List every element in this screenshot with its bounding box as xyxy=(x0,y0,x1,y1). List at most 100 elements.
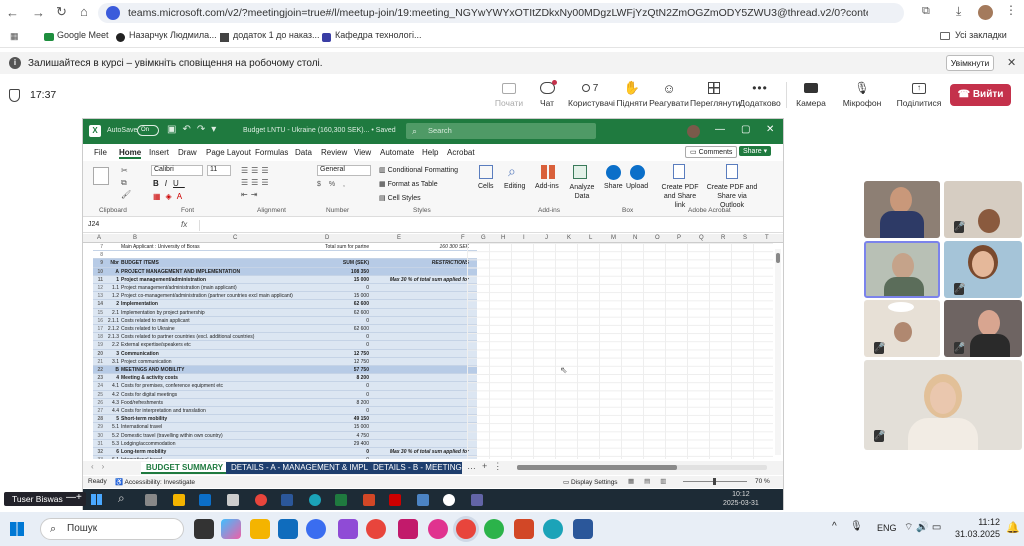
horizontal-scrollbar[interactable] xyxy=(517,465,767,470)
copilot-icon[interactable] xyxy=(221,519,241,539)
app-icon[interactable] xyxy=(428,519,448,539)
powerpoint-icon[interactable] xyxy=(514,519,534,539)
clipboard-tools-icon[interactable]: ✂ ⧉ 🖌 xyxy=(121,165,131,201)
tab-formulas[interactable]: Formulas xyxy=(255,148,288,157)
user-avatar[interactable] xyxy=(687,125,700,138)
vertical-scrollbar[interactable] xyxy=(775,249,781,455)
address-bar[interactable]: teams.microsoft.com/v2/?meetingjoin=true… xyxy=(98,3,904,23)
all-bookmarks[interactable]: Усі закладки xyxy=(955,30,1007,40)
system-clock[interactable]: 11:12 31.03.2025 xyxy=(955,516,1000,540)
editing-icon[interactable]: ⌕ xyxy=(508,163,516,180)
close-window-icon[interactable]: ✕ xyxy=(766,124,774,135)
input-language[interactable]: ENG xyxy=(877,523,897,533)
format-as-table[interactable]: ▦ Format as Table xyxy=(379,180,438,188)
add-sheet-icon[interactable]: …+⋮ xyxy=(467,461,508,472)
column-header[interactable]: N xyxy=(633,235,637,241)
share-screen-button[interactable]: ↑ Поділитися xyxy=(896,78,942,108)
tray-arrow-icon[interactable]: ^ xyxy=(832,521,837,532)
file-explorer-icon[interactable] xyxy=(250,519,270,539)
bookmark-item[interactable]: Кафедра технологі... xyxy=(335,30,421,40)
column-header[interactable]: I xyxy=(523,235,525,241)
table-row[interactable]: 11 1 Project management/administration 15 0… xyxy=(93,275,477,284)
table-row[interactable]: 7 Main Applicant : University of Boras Tot… xyxy=(93,243,477,252)
reload-icon[interactable]: ↻ xyxy=(56,4,67,20)
zoom-slider-thumb[interactable] xyxy=(713,478,716,485)
tab-automate[interactable]: Automate xyxy=(380,148,414,157)
ms-store-icon[interactable] xyxy=(278,519,298,539)
table-row[interactable]: 26 4.3 Food/refreshments 8 200 xyxy=(93,398,477,407)
table-row[interactable]: 17 2.1.2 Costs related to Ukraine 62 600 xyxy=(93,325,477,334)
taskbar-search[interactable]: ⌕ Пошук xyxy=(40,518,184,540)
column-header[interactable]: M xyxy=(611,235,616,241)
worksheet-grid[interactable]: 7 Main Applicant : University of Boras Tot… xyxy=(83,243,783,459)
tab-insert[interactable]: Insert xyxy=(149,148,169,157)
column-header[interactable]: F xyxy=(461,235,465,241)
viber-icon[interactable] xyxy=(338,519,358,539)
leave-button[interactable]: ☎ Вийти xyxy=(950,84,1011,106)
presenter-controls-icon[interactable]: —+ xyxy=(66,492,82,503)
font-name-dropdown[interactable]: Calibri xyxy=(151,165,203,176)
table-row[interactable]: 28 5 Short-term mobility 49 150 xyxy=(93,415,477,424)
apps-icon[interactable]: ▦ xyxy=(10,31,19,42)
table-row[interactable]: 29 5.1 International travel 15 000 xyxy=(93,423,477,432)
table-row[interactable]: 24 4.1 Costs for premises, conference equi… xyxy=(93,382,477,391)
people-button[interactable]: 7 Користувачі xyxy=(568,78,615,109)
number-format-dropdown[interactable]: General xyxy=(317,165,371,176)
cell-styles[interactable]: ▤ Cell Styles xyxy=(379,194,421,202)
sheet-tab-active[interactable]: BUDGET SUMMARY xyxy=(141,462,229,474)
accessibility-status[interactable]: ♿ Accessibility: Investigate xyxy=(115,478,195,486)
column-header[interactable]: T xyxy=(765,235,769,241)
create-pdf-icon[interactable] xyxy=(673,164,685,179)
paste-icon[interactable] xyxy=(93,167,109,185)
maximize-icon[interactable]: ▢ xyxy=(741,124,750,135)
back-arrow-icon[interactable]: ← xyxy=(6,5,19,20)
excel-search-box[interactable]: ⌕ Search xyxy=(406,123,596,139)
name-box[interactable]: J24 xyxy=(88,221,99,228)
table-row[interactable]: 15 2.1 Implementation by project partnersh… xyxy=(93,308,477,317)
column-header[interactable]: C xyxy=(233,235,237,241)
chrome-menu-icon[interactable]: ⋮ xyxy=(1005,3,1017,17)
tab-page-layout[interactable]: Page Layout xyxy=(206,148,251,157)
taskview-icon[interactable] xyxy=(194,519,214,539)
enable-notifications-button[interactable]: Увімкнути xyxy=(946,55,994,71)
empty-grid[interactable] xyxy=(467,243,773,459)
table-row[interactable]: 32 6 Long-term mobility 0 Max 30 % of total … xyxy=(93,448,477,457)
table-row[interactable]: 14 2 Implementation 62 600 xyxy=(93,300,477,309)
formula-input[interactable] xyxy=(199,220,777,231)
mic-button[interactable]: 🎙 Мікрофон xyxy=(840,78,884,108)
number-format-icons[interactable]: $ % , xyxy=(317,181,348,188)
chrome-icon[interactable] xyxy=(366,519,386,539)
tab-review[interactable]: Review xyxy=(321,148,347,157)
table-row[interactable]: 19 2.2 External expertise/speakers etc 0 xyxy=(93,341,477,350)
column-header[interactable]: Q xyxy=(699,235,704,241)
column-header[interactable]: H xyxy=(501,235,505,241)
bookmark-item[interactable]: додаток 1 до наказ... xyxy=(233,30,320,40)
bookmark-item[interactable]: Google Meet xyxy=(57,30,109,40)
video-tile-active[interactable] xyxy=(864,241,940,298)
react-button[interactable]: ☺ Реагувати xyxy=(647,78,691,109)
view-button[interactable]: Переглянути xyxy=(690,78,740,108)
sheet-nav-arrows-icon[interactable]: ‹› xyxy=(91,462,112,471)
video-tile[interactable]: 🎤 xyxy=(944,181,1022,238)
column-header[interactable]: R xyxy=(721,235,725,241)
column-header[interactable]: L xyxy=(589,235,592,241)
forward-arrow-icon[interactable]: → xyxy=(32,5,45,20)
column-header[interactable]: E xyxy=(397,235,401,241)
addins-icon[interactable] xyxy=(541,165,555,179)
table-row[interactable]: 18 2.1.3 Costs related to partner countrie… xyxy=(93,333,477,342)
table-row[interactable]: 10 A PROJECT MANAGEMENT AND IMPLEMENTATION… xyxy=(93,267,477,276)
box-share-icon[interactable] xyxy=(606,165,621,180)
tab-data[interactable]: Data xyxy=(295,148,312,157)
bookmark-item[interactable]: Назарчук Людмила... xyxy=(129,30,217,40)
display-settings[interactable]: ▭ Display Settings xyxy=(563,478,618,486)
edge-icon[interactable] xyxy=(543,519,563,539)
upload-icon[interactable] xyxy=(630,165,645,180)
column-header[interactable]: J xyxy=(545,235,548,241)
minimize-icon[interactable]: — xyxy=(715,124,725,135)
camera-button[interactable]: Камера xyxy=(789,78,833,108)
table-row[interactable]: 22 B MEETINGS AND MOBILITY 57 750 xyxy=(93,366,477,375)
table-row[interactable]: 21 3.1 Project communication 12 750 xyxy=(93,357,477,366)
home-icon[interactable]: ⌂ xyxy=(80,4,88,19)
conditional-formatting[interactable]: ▥ Conditional Formatting xyxy=(379,166,458,174)
video-tile[interactable]: 🎤 xyxy=(864,300,940,357)
